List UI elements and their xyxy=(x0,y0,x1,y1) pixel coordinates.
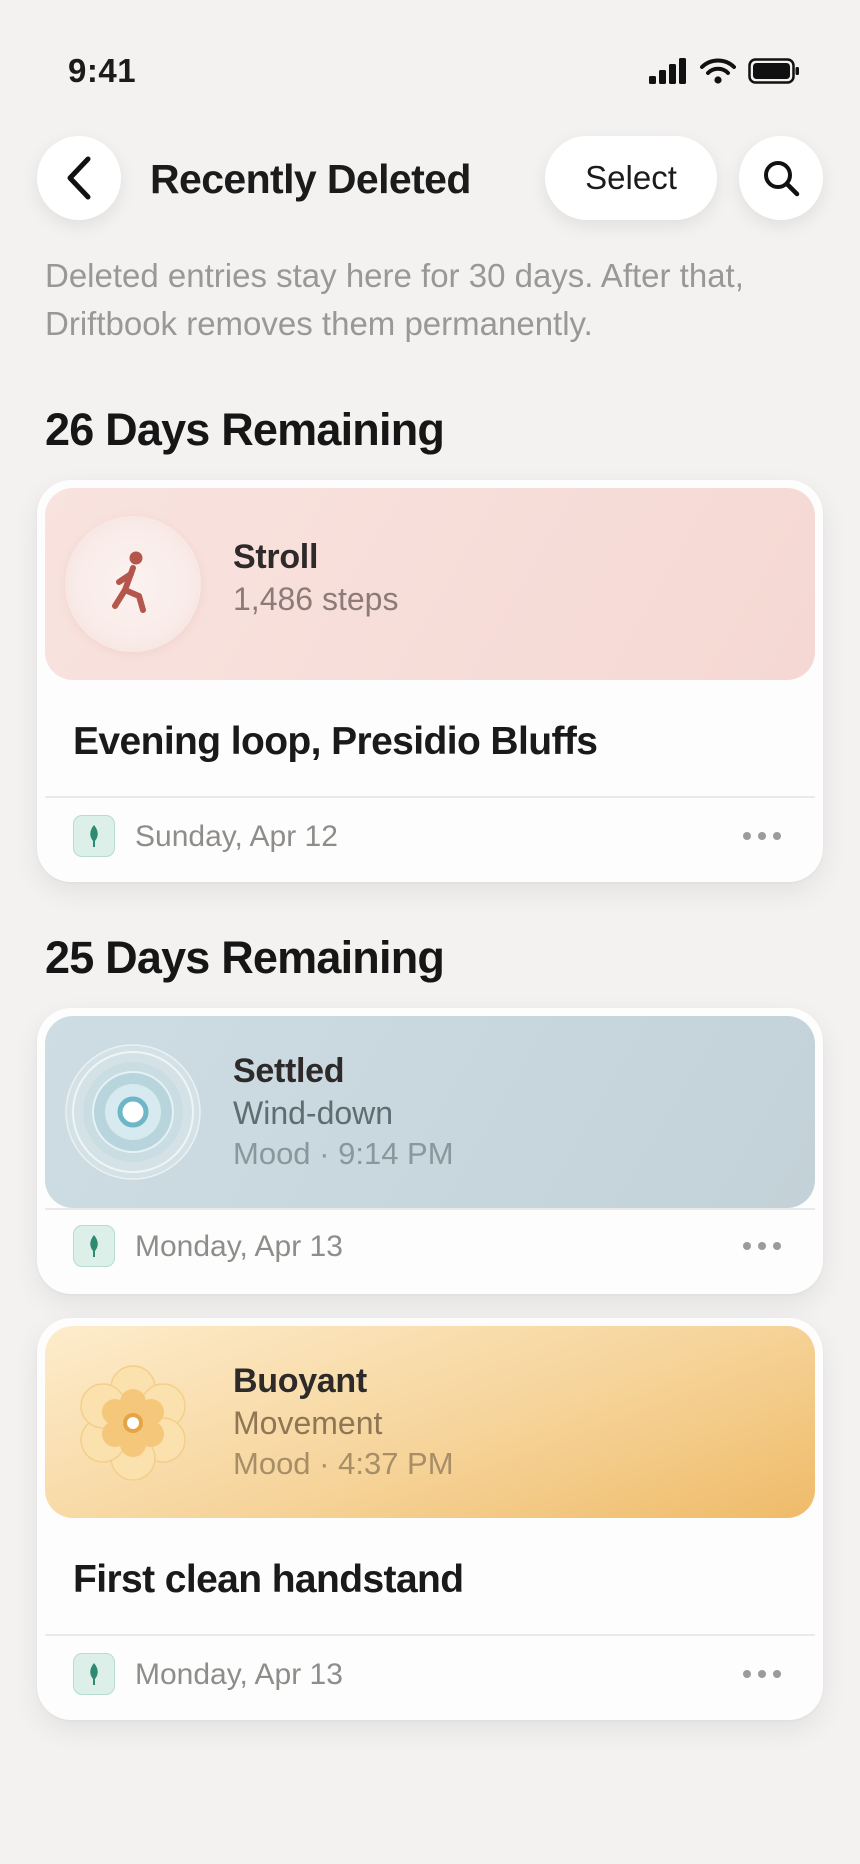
entry-banner: Buoyant Movement Mood · 4:37 PM xyxy=(45,1326,815,1518)
section-heading-25-days: 25 Days Remaining xyxy=(45,932,445,983)
section-heading-26-days: 26 Days Remaining xyxy=(45,404,445,455)
flower-icon xyxy=(65,1354,201,1490)
entry-title: Stroll xyxy=(233,538,319,576)
journal-tag-icon xyxy=(73,815,115,857)
status-bar: 9:41 xyxy=(0,0,860,140)
battery-icon xyxy=(748,58,799,84)
back-button[interactable] xyxy=(37,136,121,220)
entry-card-settled[interactable]: Settled Wind-down Mood · 9:14 PM Monday,… xyxy=(37,1008,823,1294)
more-options-icon[interactable] xyxy=(737,818,787,854)
entry-card-stroll[interactable]: Stroll 1,486 steps Evening loop, Presidi… xyxy=(37,480,823,882)
card-footer: Sunday, Apr 12 xyxy=(37,798,823,878)
card-footer: Monday, Apr 13 xyxy=(37,1208,823,1288)
chevron-left-icon xyxy=(67,156,91,200)
status-icons xyxy=(648,58,800,84)
entry-subtitle: Wind-down xyxy=(233,1095,394,1131)
search-button[interactable] xyxy=(739,136,823,220)
page-title: Recently Deleted xyxy=(150,156,471,202)
retention-description: Deleted entries stay here for 30 days. A… xyxy=(45,257,744,342)
entry-headline: First clean handstand xyxy=(73,1558,464,1601)
entry-date: Sunday, Apr 12 xyxy=(135,820,338,853)
journal-tag-icon xyxy=(73,1653,115,1695)
concentric-rings-icon xyxy=(65,1044,201,1180)
wifi-icon xyxy=(700,58,736,84)
entry-title: Settled xyxy=(233,1052,345,1090)
header: Recently Deleted Select xyxy=(0,136,860,220)
entry-subtitle: Movement xyxy=(233,1405,383,1441)
select-button[interactable]: Select xyxy=(545,136,717,220)
entry-date: Monday, Apr 13 xyxy=(135,1230,343,1263)
cellular-signal-icon xyxy=(649,58,686,84)
more-options-icon[interactable] xyxy=(737,1228,787,1264)
entry-banner: Stroll 1,486 steps xyxy=(45,488,815,680)
entry-date: Monday, Apr 13 xyxy=(135,1658,343,1691)
entry-banner: Settled Wind-down Mood · 9:14 PM xyxy=(45,1016,815,1208)
entry-headline: Evening loop, Presidio Bluffs xyxy=(73,720,598,763)
search-icon xyxy=(764,161,800,197)
entry-title: Buoyant xyxy=(233,1362,367,1400)
card-footer: Monday, Apr 13 xyxy=(37,1636,823,1716)
entry-mood-time: Mood · 4:37 PM xyxy=(233,1446,454,1481)
status-time: 9:41 xyxy=(68,52,137,89)
entry-steps: 1,486 steps xyxy=(233,581,399,617)
entry-card-buoyant[interactable]: Buoyant Movement Mood · 4:37 PM First cl… xyxy=(37,1318,823,1720)
walking-figure-icon xyxy=(65,516,201,652)
more-options-icon[interactable] xyxy=(737,1656,787,1692)
journal-tag-icon xyxy=(73,1225,115,1267)
entry-mood-time: Mood · 9:14 PM xyxy=(233,1136,454,1171)
